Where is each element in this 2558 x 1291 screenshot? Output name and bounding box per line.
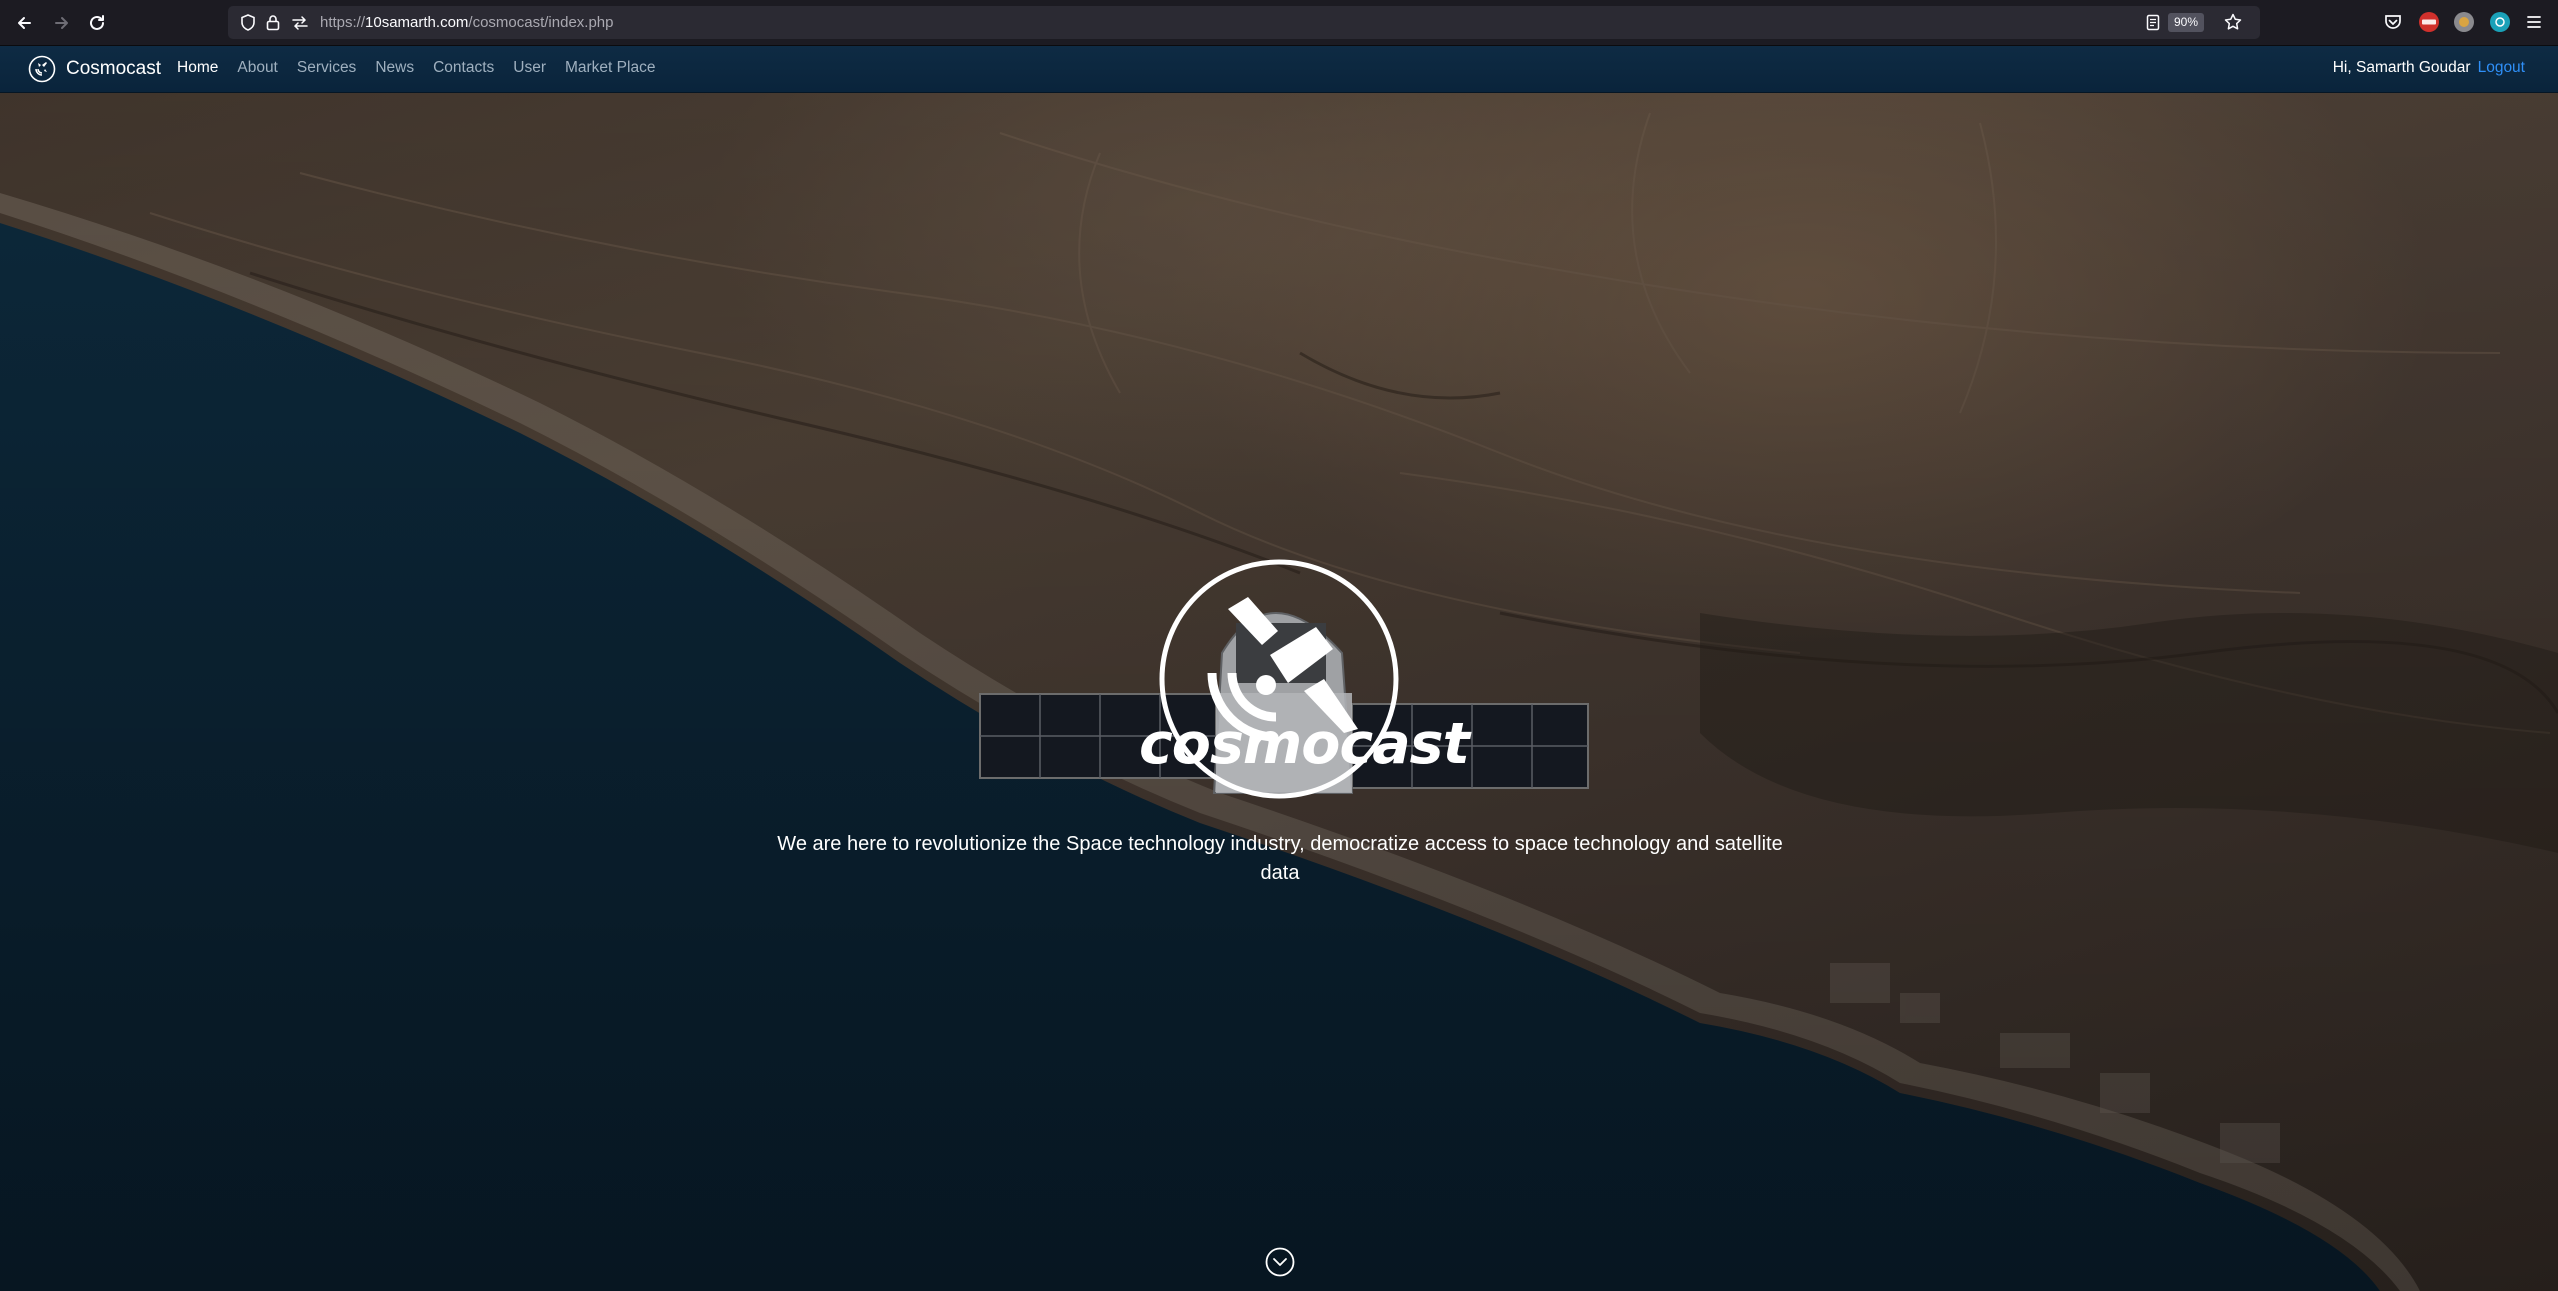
reload-icon[interactable] [84,10,110,36]
hamburger-menu-icon[interactable] [2523,11,2545,33]
url-domain: 10samarth.com [365,14,469,31]
logo-wordmark: cosmocast [1139,711,1470,777]
user-greeting: Hi, Samarth Goudar [2332,59,2471,76]
brand-name: Cosmocast [66,58,162,79]
reader-view-icon[interactable] [2146,14,2160,31]
nav-market-place[interactable]: Market Place [565,59,655,77]
pocket-icon[interactable] [2382,11,2404,33]
logout-link[interactable]: Logout [2478,59,2525,76]
chevron-down-circle-icon[interactable] [1265,1247,1295,1277]
nav-about[interactable]: About [237,59,278,77]
nav-home[interactable]: Home [177,59,218,77]
user-area: Hi, Samarth Goudar Logout [2333,59,2525,77]
bookmark-star-icon[interactable] [2224,13,2242,31]
back-icon[interactable] [12,10,38,36]
address-bar[interactable]: https://10samarth.com/cosmocast/index.ph… [228,6,2260,39]
hero-logo: cosmocast [0,93,2558,1291]
adblock-extension-icon[interactable] [2418,11,2440,33]
hero-section: cosmocast We are here to revolutionize t… [0,93,2558,1291]
nav-services[interactable]: Services [297,59,356,77]
brand-link[interactable]: Cosmocast [28,54,161,84]
zoom-badge[interactable]: 90% [2167,13,2204,32]
lock-icon[interactable] [266,14,280,31]
url-path: /cosmocast/index.php [468,14,614,31]
url-prefix: https:// [320,14,366,31]
hero-tagline: We are here to revolutionize the Space t… [777,833,1783,884]
nav-links: Home About Services News Contacts User M… [177,59,674,77]
profile-avatar-icon[interactable] [2489,11,2511,33]
forward-icon[interactable] [48,10,74,36]
cosmocast-logo-icon [28,55,56,83]
nav-news[interactable]: News [375,59,414,77]
shield-icon[interactable] [240,14,256,31]
extension-badge-icon[interactable] [2453,11,2475,33]
nav-contacts[interactable]: Contacts [433,59,494,77]
browser-toolbar: https://10samarth.com/cosmocast/index.ph… [0,0,2558,46]
site-navbar: Cosmocast Home About Services News Conta… [0,46,2558,93]
permissions-icon[interactable] [291,15,309,31]
nav-user[interactable]: User [513,59,546,77]
url-text[interactable]: https://10samarth.com/cosmocast/index.ph… [320,14,613,31]
